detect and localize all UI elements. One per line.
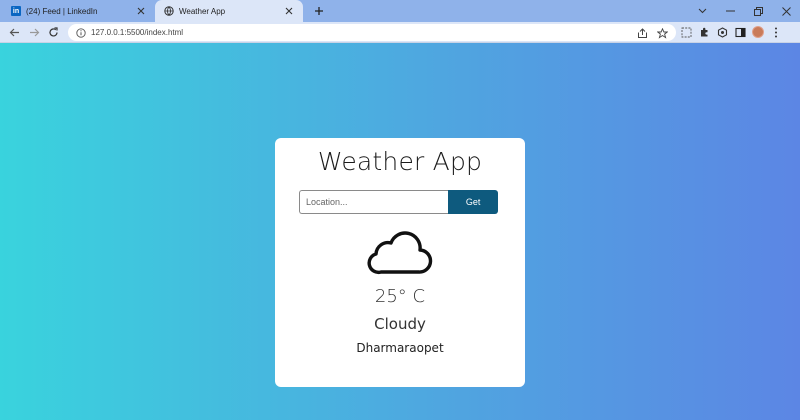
tab-strip: in (24) Feed | LinkedIn Weather App bbox=[0, 0, 800, 22]
tab-linkedin[interactable]: in (24) Feed | LinkedIn bbox=[0, 0, 155, 22]
extension-icon[interactable] bbox=[716, 26, 728, 38]
browser-toolbar: 127.0.0.1:5500/index.html bbox=[0, 22, 800, 43]
window-controls bbox=[688, 0, 800, 22]
search-form: Get bbox=[299, 190, 498, 214]
close-window-icon[interactable] bbox=[772, 0, 800, 22]
minimize-icon[interactable] bbox=[716, 0, 744, 22]
avatar[interactable] bbox=[752, 26, 764, 38]
star-icon[interactable] bbox=[656, 27, 668, 39]
sidebar-icon[interactable] bbox=[734, 26, 746, 38]
back-icon[interactable] bbox=[8, 26, 21, 39]
page-viewport: Weather App Get 25° C Cloudy Dharmaraope… bbox=[0, 43, 800, 420]
address-bar[interactable]: 127.0.0.1:5500/index.html bbox=[68, 24, 676, 41]
weather-card: Weather App Get 25° C Cloudy Dharmaraope… bbox=[275, 138, 525, 387]
close-icon[interactable] bbox=[135, 5, 147, 17]
url-text: 127.0.0.1:5500/index.html bbox=[91, 28, 184, 37]
globe-icon bbox=[164, 6, 174, 16]
location-input[interactable] bbox=[299, 190, 449, 214]
linkedin-icon: in bbox=[11, 6, 21, 16]
menu-icon[interactable] bbox=[770, 26, 782, 38]
tab-title: Weather App bbox=[179, 6, 226, 16]
extensions-area bbox=[680, 26, 782, 39]
tab-search-icon[interactable] bbox=[688, 0, 716, 22]
weather-condition: Cloudy bbox=[374, 315, 426, 333]
reload-icon[interactable] bbox=[47, 26, 60, 39]
puzzle-icon[interactable] bbox=[698, 26, 710, 38]
get-button[interactable]: Get bbox=[448, 190, 498, 214]
forward-icon[interactable] bbox=[28, 26, 41, 39]
app-title: Weather App bbox=[317, 147, 483, 176]
cloud-icon bbox=[367, 231, 433, 275]
restore-icon[interactable] bbox=[744, 0, 772, 22]
new-tab-icon[interactable] bbox=[312, 4, 326, 18]
close-icon[interactable] bbox=[283, 5, 295, 17]
tab-title: (24) Feed | LinkedIn bbox=[26, 6, 98, 16]
location-name: Dharmaraopet bbox=[356, 341, 444, 355]
screenshot-icon[interactable] bbox=[680, 26, 692, 38]
info-icon[interactable] bbox=[76, 27, 86, 38]
tab-weather-app[interactable]: Weather App bbox=[155, 0, 303, 22]
share-icon[interactable] bbox=[636, 27, 648, 39]
temperature: 25° C bbox=[374, 286, 426, 307]
